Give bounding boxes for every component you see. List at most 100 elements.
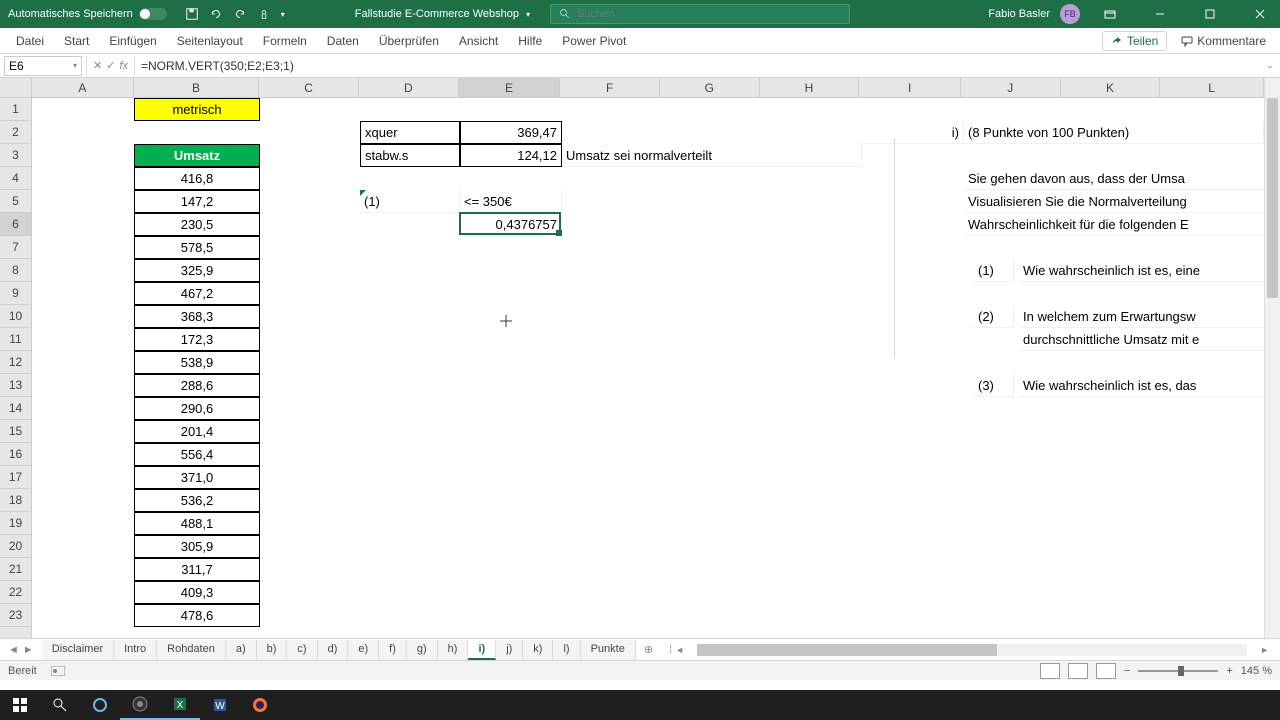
row-header-20[interactable]: 20 (0, 535, 31, 558)
zoom-level[interactable]: 145 % (1241, 665, 1272, 677)
column-header-F[interactable]: F (560, 78, 660, 97)
cell-B5[interactable]: 147,2 (134, 190, 260, 213)
cell-J13_num[interactable]: (3) (974, 374, 1014, 397)
cell-J8_num[interactable]: (1) (974, 259, 1014, 282)
zoom-out-button[interactable]: − (1124, 665, 1130, 677)
cell-J2[interactable]: (8 Punkte von 100 Punkten) (964, 121, 1264, 144)
cell-B17[interactable]: 371,0 (134, 466, 260, 489)
cell-B10[interactable]: 368,3 (134, 305, 260, 328)
row-header-17[interactable]: 17 (0, 466, 31, 489)
spreadsheet-grid[interactable]: ABCDEFGHIJKL 123456789101112131415161718… (0, 78, 1280, 638)
zoom-in-button[interactable]: + (1226, 665, 1232, 677)
sheet-tab-Disclaimer[interactable]: Disclaimer (42, 640, 114, 660)
cell-F3[interactable]: Umsatz sei normalverteilt (562, 144, 862, 167)
cell-B8[interactable]: 325,9 (134, 259, 260, 282)
macro-record-icon[interactable] (51, 666, 65, 676)
row-header-2[interactable]: 2 (0, 121, 31, 144)
cell-E5[interactable]: <= 350€ (460, 190, 562, 213)
cell-J5[interactable]: Visualisieren Sie die Normalverteilung (964, 190, 1280, 213)
column-header-D[interactable]: D (359, 78, 459, 97)
sheet-nav[interactable]: ◄ ► (0, 644, 42, 656)
cell-B20[interactable]: 305,9 (134, 535, 260, 558)
title-dropdown-icon[interactable]: ▾ (526, 10, 530, 19)
row-header-1[interactable]: 1 (0, 98, 31, 121)
row-header-21[interactable]: 21 (0, 558, 31, 581)
horizontal-scrollbar[interactable] (697, 644, 1247, 656)
user-name[interactable]: Fabio Basler (988, 8, 1050, 20)
column-header-J[interactable]: J (961, 78, 1061, 97)
ribbon-tab-einfügen[interactable]: Einfügen (99, 30, 166, 52)
name-box-dropdown-icon[interactable]: ▾ (73, 61, 77, 70)
vertical-scrollbar[interactable] (1264, 78, 1280, 638)
name-box[interactable]: E6 ▾ (4, 56, 82, 76)
hscroll-left-icon[interactable]: ◄ (672, 645, 687, 655)
horizontal-scroll-thumb[interactable] (697, 644, 997, 656)
cell-D5[interactable]: (1) (360, 190, 460, 213)
sheet-tab-g[interactable]: g) (407, 640, 438, 660)
sheet-tab-b[interactable]: b) (257, 640, 288, 660)
cell-B15[interactable]: 201,4 (134, 420, 260, 443)
sheet-tab-f[interactable]: f) (379, 640, 407, 660)
comments-button[interactable]: Kommentare (1173, 32, 1274, 50)
vertical-scroll-thumb[interactable] (1267, 98, 1278, 298)
excel-taskbar-icon[interactable]: X (160, 690, 200, 720)
sheet-tab-k[interactable]: k) (523, 640, 553, 660)
formula-input[interactable]: =NORM.VERT(350;E2;E3;1) (135, 59, 1260, 73)
select-all-corner[interactable] (0, 78, 32, 98)
search-taskbar-icon[interactable] (40, 690, 80, 720)
cell-J11[interactable]: durchschnittliche Umsatz mit e (1019, 328, 1279, 351)
word-taskbar-icon[interactable]: W (200, 690, 240, 720)
sheet-tab-Rohdaten[interactable]: Rohdaten (157, 640, 226, 660)
ribbon-tab-formeln[interactable]: Formeln (253, 30, 317, 52)
column-header-L[interactable]: L (1160, 78, 1264, 97)
column-header-K[interactable]: K (1061, 78, 1161, 97)
row-header-9[interactable]: 9 (0, 282, 31, 305)
cell-J4[interactable]: Sie gehen davon aus, dass der Umsa (964, 167, 1280, 190)
row-header-11[interactable]: 11 (0, 328, 31, 351)
sheet-tab-j[interactable]: j) (496, 640, 523, 660)
cell-B3[interactable]: Umsatz (134, 144, 260, 167)
touch-mode-icon[interactable] (257, 7, 271, 21)
cell-B4[interactable]: 416,8 (134, 167, 260, 190)
column-header-B[interactable]: B (134, 78, 260, 97)
sheet-tab-h[interactable]: h) (438, 640, 469, 660)
hscroll-right-icon[interactable]: ► (1257, 645, 1272, 655)
search-box[interactable] (550, 4, 850, 24)
ribbon-tab-power pivot[interactable]: Power Pivot (552, 30, 636, 52)
redo-icon[interactable] (233, 7, 247, 21)
expand-formula-bar-icon[interactable]: ⌄ (1260, 60, 1280, 71)
cancel-formula-icon[interactable]: ✕ (93, 59, 102, 72)
toggle-switch[interactable] (139, 8, 167, 20)
cell-B11[interactable]: 172,3 (134, 328, 260, 351)
cell-E3[interactable]: 124,12 (460, 144, 562, 167)
row-header-19[interactable]: 19 (0, 512, 31, 535)
obs-icon[interactable] (120, 690, 160, 720)
undo-icon[interactable] (209, 7, 223, 21)
ribbon-tab-datei[interactable]: Datei (6, 30, 54, 52)
ribbon-tab-überprüfen[interactable]: Überprüfen (369, 30, 449, 52)
cell-I2[interactable]: i) (862, 121, 964, 144)
cell-B14[interactable]: 290,6 (134, 397, 260, 420)
cell-B19[interactable]: 488,1 (134, 512, 260, 535)
sheet-tab-Intro[interactable]: Intro (114, 640, 157, 660)
cell-E6[interactable]: 0,4376757 (460, 213, 562, 236)
cell-B23[interactable]: 478,6 (134, 604, 260, 627)
normal-view-button[interactable] (1040, 663, 1060, 679)
start-button[interactable] (0, 690, 40, 720)
cell-J8[interactable]: Wie wahrscheinlich ist es, eine (1019, 259, 1279, 282)
cell-J13[interactable]: Wie wahrscheinlich ist es, das (1019, 374, 1279, 397)
row-header-16[interactable]: 16 (0, 443, 31, 466)
column-header-G[interactable]: G (660, 78, 760, 97)
cell-D3[interactable]: stabw.s (360, 144, 460, 167)
ribbon-tab-start[interactable]: Start (54, 30, 99, 52)
cell-B6[interactable]: 230,5 (134, 213, 260, 236)
column-header-A[interactable]: A (32, 78, 134, 97)
row-header-5[interactable]: 5 (0, 190, 31, 213)
error-indicator-icon[interactable] (360, 190, 366, 196)
save-icon[interactable] (185, 7, 199, 21)
page-break-view-button[interactable] (1096, 663, 1116, 679)
cell-B1[interactable]: metrisch (134, 98, 260, 121)
cell-B21[interactable]: 311,7 (134, 558, 260, 581)
ribbon-display-icon[interactable] (1090, 0, 1130, 28)
cell-B7[interactable]: 578,5 (134, 236, 260, 259)
